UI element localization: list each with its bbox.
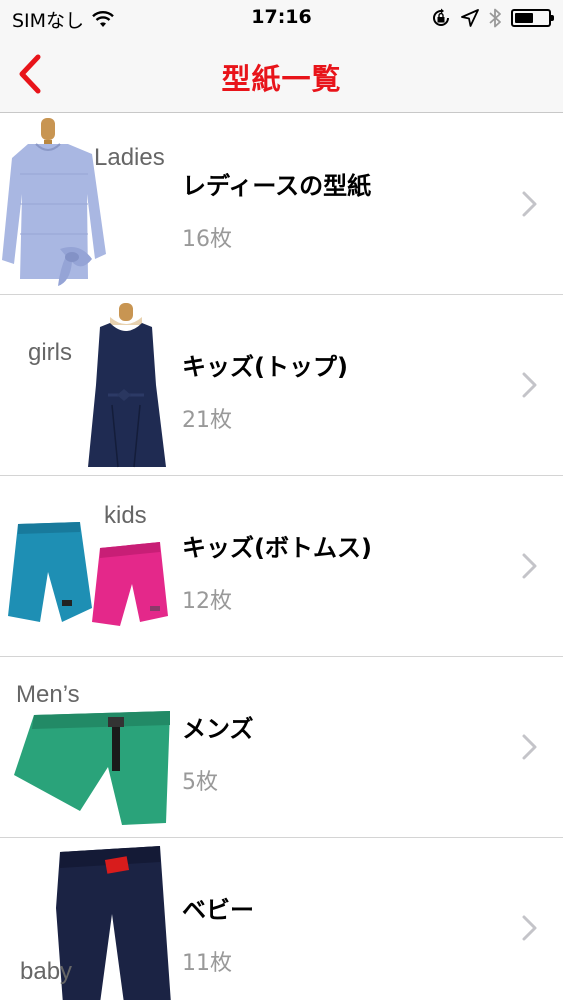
list-item-kids-tops[interactable]: girls キッズ(トップ) 21枚: [0, 295, 563, 476]
thumb-label: kids: [104, 502, 147, 529]
item-title: レディースの型紙: [182, 172, 372, 200]
item-title: メンズ: [182, 715, 254, 743]
chevron-right-icon: [522, 553, 537, 579]
thumbnail: baby: [0, 838, 175, 1000]
thumbnail: girls: [0, 295, 175, 476]
thumbnail: kids: [0, 476, 175, 657]
thumb-label: girls: [28, 339, 73, 366]
list-item-kids-bottoms[interactable]: kids キッズ(ボトムス) 12枚: [0, 476, 563, 657]
list-item-baby[interactable]: baby ベビー 11枚: [0, 838, 563, 1000]
item-count: 12枚: [182, 589, 232, 614]
item-count: 16枚: [182, 227, 232, 252]
ladies-blouse-image: [2, 118, 106, 286]
kids-shorts-image: [8, 522, 168, 626]
thumb-label: Ladies: [94, 144, 165, 171]
battery-fill: [515, 13, 533, 23]
chevron-right-icon: [522, 372, 537, 398]
item-count: 5枚: [182, 770, 218, 795]
thumb-label: Men’s: [16, 681, 80, 708]
status-bar: SIMなし 17:16: [0, 0, 563, 38]
girls-dress-image: [88, 303, 166, 468]
bluetooth-icon: [489, 8, 501, 28]
item-count: 21枚: [182, 408, 232, 433]
rotation-lock-icon: [433, 8, 449, 26]
thumbnail: Ladies: [0, 114, 175, 295]
navigation-bar: 型紙一覧: [0, 38, 563, 113]
item-title: キッズ(トップ): [182, 353, 348, 381]
list-item-ladies[interactable]: Ladies レディースの型紙 16枚: [0, 114, 563, 295]
item-title: ベビー: [182, 896, 254, 924]
thumb-label: baby: [20, 958, 73, 985]
chevron-right-icon: [522, 191, 537, 217]
page-title: 型紙一覧: [221, 62, 342, 96]
chevron-right-icon: [522, 734, 537, 760]
chevron-right-icon: [522, 915, 537, 941]
location-icon: [461, 9, 479, 27]
thumbnail: Men’s: [0, 657, 175, 838]
status-right: [431, 8, 554, 28]
list-item-mens[interactable]: Men’s メンズ 5枚: [0, 657, 563, 838]
pattern-category-list: Ladies レディースの型紙 16枚 girls キッズ(トップ) 21枚 k…: [0, 114, 563, 1000]
item-count: 11枚: [182, 951, 232, 976]
item-title: キッズ(ボトムス): [182, 534, 372, 562]
battery-icon: [511, 9, 554, 27]
